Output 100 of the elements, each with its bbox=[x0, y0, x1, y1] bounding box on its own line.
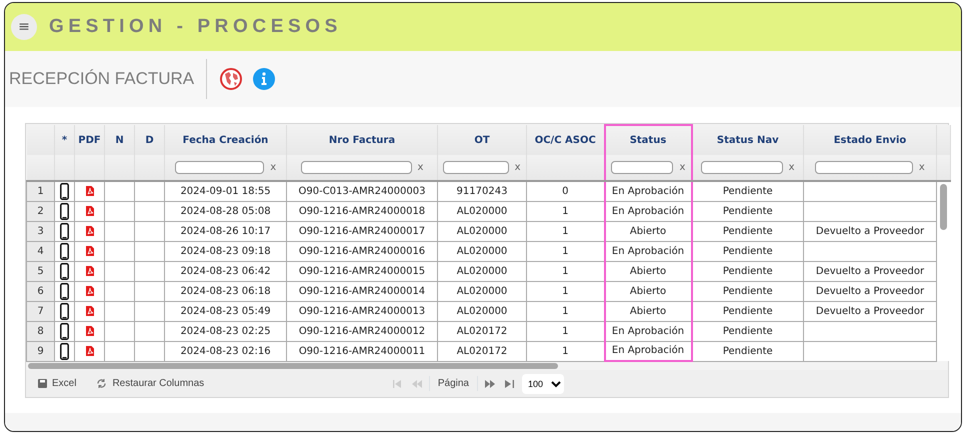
pdf-icon[interactable] bbox=[86, 306, 94, 316]
table-cell: Abierto bbox=[630, 306, 666, 316]
table-cell: Pendiente bbox=[722, 306, 773, 316]
pdf-icon[interactable] bbox=[86, 186, 94, 196]
table-cell: Abierto bbox=[630, 266, 666, 276]
table-cell: 2024-08-23 06:42 bbox=[180, 266, 271, 276]
table-cell: 2024-08-28 05:08 bbox=[180, 206, 271, 216]
pdf-icon[interactable] bbox=[86, 286, 94, 296]
table-cell: 2024-08-23 05:49 bbox=[180, 306, 271, 316]
row-number: 1 bbox=[37, 186, 44, 197]
first-page-icon bbox=[392, 380, 402, 388]
table-cell: 2024-08-23 02:25 bbox=[180, 326, 271, 336]
excel-button[interactable]: Excel bbox=[34, 376, 80, 391]
filter-field[interactable] bbox=[443, 160, 509, 174]
table-cell: En Aprobación bbox=[612, 345, 684, 356]
table-cell: AL020000 bbox=[456, 226, 508, 236]
row-number: 9 bbox=[37, 346, 44, 356]
clear-filter-button[interactable]: x bbox=[270, 162, 276, 173]
page-size-select[interactable]: 100 bbox=[522, 374, 564, 394]
globe-icon[interactable] bbox=[219, 67, 244, 91]
row-number: 7 bbox=[37, 306, 44, 316]
table-cell: En Aprobación bbox=[612, 186, 684, 197]
filter-field[interactable] bbox=[174, 160, 264, 174]
phone-icon[interactable] bbox=[60, 182, 69, 200]
table-cell: Pendiente bbox=[722, 266, 773, 276]
column-header[interactable]: Status bbox=[630, 135, 666, 146]
filter-field[interactable] bbox=[300, 160, 412, 174]
table-cell: Devuelto a Proveedor bbox=[816, 306, 924, 316]
phone-icon[interactable] bbox=[60, 322, 69, 340]
previous-page-icon bbox=[412, 380, 422, 388]
clear-filter-button[interactable]: x bbox=[918, 162, 925, 173]
phone-icon[interactable] bbox=[60, 302, 69, 320]
table-cell: 1 bbox=[562, 346, 568, 356]
table-cell: 1 bbox=[562, 206, 568, 216]
table-cell: 1 bbox=[562, 286, 568, 296]
table-cell: AL020000 bbox=[456, 246, 508, 256]
info-icon[interactable] bbox=[253, 68, 276, 90]
table-cell: AL020000 bbox=[456, 266, 508, 276]
table-cell: O90-1216-AMR24000017 bbox=[298, 226, 426, 236]
phone-icon[interactable] bbox=[60, 222, 69, 240]
table-cell: En Aprobación bbox=[612, 246, 684, 256]
row-number: 5 bbox=[37, 266, 44, 276]
table-cell: O90-1216-AMR24000013 bbox=[298, 306, 426, 316]
table-cell: O90-1216-AMR24000011 bbox=[298, 346, 426, 356]
phone-icon[interactable] bbox=[60, 242, 69, 260]
table-cell: Devuelto a Proveedor bbox=[816, 286, 924, 296]
pdf-icon[interactable] bbox=[86, 226, 94, 236]
table-cell: En Aprobación bbox=[612, 326, 684, 336]
row-number: 6 bbox=[37, 286, 44, 296]
table-cell: Abierto bbox=[630, 226, 666, 236]
table-cell: 2024-08-26 10:17 bbox=[180, 226, 271, 236]
column-header[interactable]: N bbox=[115, 134, 124, 146]
filter-field[interactable] bbox=[815, 160, 913, 174]
table-cell: 2024-09-01 18:55 bbox=[180, 186, 271, 197]
table-cell: AL020172 bbox=[456, 326, 508, 336]
app-title: GESTION - PROCESOS bbox=[49, 14, 342, 39]
horizontal-scrollbar[interactable] bbox=[28, 363, 558, 369]
table-cell: Devuelto a Proveedor bbox=[816, 226, 924, 236]
vertical-scrollbar-thumb[interactable] bbox=[940, 184, 948, 230]
filter-field[interactable] bbox=[700, 160, 783, 174]
last-page-icon bbox=[505, 380, 515, 388]
pdf-icon[interactable] bbox=[86, 266, 94, 276]
row-number: 2 bbox=[37, 206, 44, 216]
table-cell: O90-1216-AMR24000018 bbox=[298, 206, 426, 216]
column-header[interactable]: * bbox=[62, 134, 68, 146]
table-cell: En Aprobación bbox=[612, 206, 684, 216]
page-label: Página bbox=[428, 376, 478, 391]
table-cell: AL020000 bbox=[456, 286, 508, 296]
table-cell: Pendiente bbox=[722, 186, 773, 197]
clear-filter-button[interactable]: x bbox=[418, 162, 424, 173]
pdf-icon[interactable] bbox=[86, 246, 94, 256]
clear-filter-button[interactable]: x bbox=[788, 162, 795, 173]
menu-button[interactable]: ≡ bbox=[11, 14, 37, 40]
pdf-icon[interactable] bbox=[86, 206, 94, 216]
table-cell: O90-C013-AMR24000003 bbox=[298, 186, 426, 197]
row-number: 8 bbox=[37, 326, 44, 336]
row-number: 4 bbox=[37, 246, 44, 256]
pdf-icon[interactable] bbox=[86, 326, 94, 336]
table-cell: O90-1216-AMR24000016 bbox=[298, 246, 426, 256]
table-cell: 0 bbox=[562, 186, 568, 197]
restore-columns-button[interactable]: Restaurar Columnas bbox=[92, 376, 208, 391]
clear-filter-button[interactable]: x bbox=[679, 162, 686, 173]
phone-icon[interactable] bbox=[60, 282, 69, 300]
table-cell: Devuelto a Proveedor bbox=[816, 266, 924, 276]
table-cell: AL020000 bbox=[456, 206, 508, 216]
table-cell: 1 bbox=[562, 266, 568, 276]
table-cell: AL020172 bbox=[456, 346, 508, 356]
table-cell: Pendiente bbox=[722, 226, 773, 236]
filter-field[interactable] bbox=[610, 160, 674, 174]
phone-icon[interactable] bbox=[60, 262, 69, 280]
column-header[interactable]: D bbox=[145, 134, 154, 146]
phone-icon[interactable] bbox=[60, 342, 69, 360]
pdf-icon[interactable] bbox=[86, 346, 94, 356]
phone-icon[interactable] bbox=[60, 202, 69, 220]
column-header[interactable]: OT bbox=[474, 134, 490, 146]
table-cell: AL020000 bbox=[456, 306, 508, 316]
table-cell: Pendiente bbox=[722, 346, 773, 356]
table-cell: Abierto bbox=[630, 286, 666, 296]
clear-filter-button[interactable]: x bbox=[514, 162, 521, 173]
column-header[interactable]: Nro Factura bbox=[328, 134, 396, 146]
